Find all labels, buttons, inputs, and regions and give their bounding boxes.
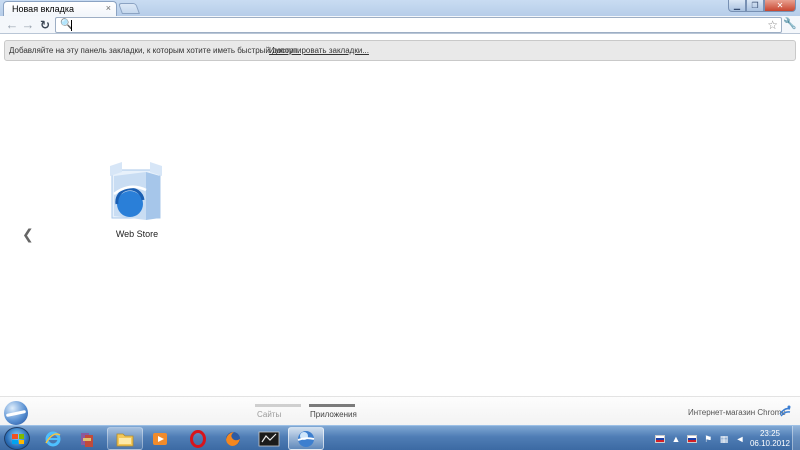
- ntp-footer: Сайты Приложения Интернет-магазин Chrome: [0, 396, 800, 425]
- explorer-folder-icon: [116, 433, 134, 446]
- taskbar-media-player[interactable]: [147, 427, 173, 450]
- text-caret: [71, 20, 72, 31]
- clock-time: 23:25: [759, 429, 781, 438]
- bookmarks-bar-hint: Добавляйте на эту панель закладки, к кот…: [9, 46, 300, 55]
- previous-page-chevron-icon[interactable]: ❮: [22, 226, 34, 243]
- taskbar-explorer[interactable]: [107, 427, 143, 450]
- system-tray: ▲ ⚑ ▦ ◄: [655, 430, 745, 448]
- forward-arrow-icon[interactable]: →: [20, 17, 36, 33]
- back-arrow-icon[interactable]: ←: [4, 17, 20, 33]
- app-icon: [258, 431, 280, 446]
- winrar-icon: [81, 432, 93, 447]
- taskbar-browser-active[interactable]: [288, 427, 324, 450]
- taskbar-firefox[interactable]: [220, 427, 246, 450]
- windows-logo-icon: [12, 434, 24, 444]
- close-window-button[interactable]: ✕: [764, 0, 796, 12]
- page-switcher-apps-bar[interactable]: [309, 404, 355, 407]
- firefox-icon: [226, 431, 240, 446]
- internet-explorer-icon: [45, 431, 61, 446]
- ru-flag-icon[interactable]: [687, 435, 697, 443]
- maximize-button[interactable]: ❐: [746, 0, 764, 12]
- start-button[interactable]: [4, 427, 30, 450]
- web-store-small-icon[interactable]: [778, 404, 792, 418]
- tray-clock[interactable]: 23:25 06.10.2012: [748, 429, 792, 449]
- reload-icon[interactable]: ↻: [37, 17, 53, 33]
- taskbar-winrar[interactable]: [74, 427, 100, 450]
- browser-titlebar: Новая вкладка × ▁ ❐ ✕: [0, 0, 800, 17]
- show-desktop-button[interactable]: [792, 426, 800, 450]
- web-store-icon: [110, 162, 162, 220]
- taskbar-internet-explorer[interactable]: [40, 427, 66, 450]
- tab-close-icon[interactable]: ×: [106, 3, 111, 13]
- page-switcher-apps[interactable]: Приложения: [310, 410, 357, 419]
- bookmark-star-icon[interactable]: ☆: [767, 18, 778, 32]
- page-switcher-sites[interactable]: Сайты: [257, 410, 281, 419]
- taskbar-app[interactable]: [254, 427, 284, 450]
- clock-date: 06.10.2012: [749, 439, 791, 448]
- browser-icon: [297, 430, 315, 447]
- browser-logo-icon: [4, 401, 28, 425]
- app-label: Web Store: [115, 229, 159, 239]
- media-player-icon: [153, 432, 167, 445]
- chrome-web-store-link[interactable]: Интернет-магазин Chrome: [688, 408, 786, 417]
- page-switcher-sites-bar[interactable]: [255, 404, 301, 407]
- tray-up-arrow-icon[interactable]: ▲: [671, 434, 681, 444]
- ru-flag-icon[interactable]: [655, 435, 665, 443]
- import-bookmarks-link[interactable]: Импортировать закладки...: [269, 46, 369, 55]
- browser-toolbar: ← → ↻ 🔍 ☆ 🔧: [0, 16, 800, 34]
- app-tile-web-store[interactable]: Web Store: [102, 156, 172, 244]
- wrench-menu-icon[interactable]: 🔧: [783, 17, 797, 30]
- window-controls: ▁ ❐ ✕: [728, 0, 796, 12]
- minimize-button[interactable]: ▁: [728, 0, 746, 12]
- windows-taskbar: ▲ ⚑ ▦ ◄ 23:25 06.10.2012: [0, 425, 800, 450]
- bookmarks-bar: Добавляйте на эту панель закладки, к кот…: [4, 40, 796, 61]
- omnibox-input[interactable]: 🔍 ☆: [55, 17, 782, 33]
- volume-icon[interactable]: ◄: [735, 434, 745, 444]
- opera-icon: [190, 429, 206, 448]
- network-icon[interactable]: ▦: [719, 434, 729, 444]
- taskbar-opera[interactable]: [185, 427, 211, 450]
- tab-new-tab[interactable]: Новая вкладка ×: [3, 1, 117, 17]
- tab-title: Новая вкладка: [12, 4, 75, 14]
- new-tab-button[interactable]: [117, 3, 141, 14]
- action-center-flag-icon[interactable]: ⚑: [703, 434, 713, 444]
